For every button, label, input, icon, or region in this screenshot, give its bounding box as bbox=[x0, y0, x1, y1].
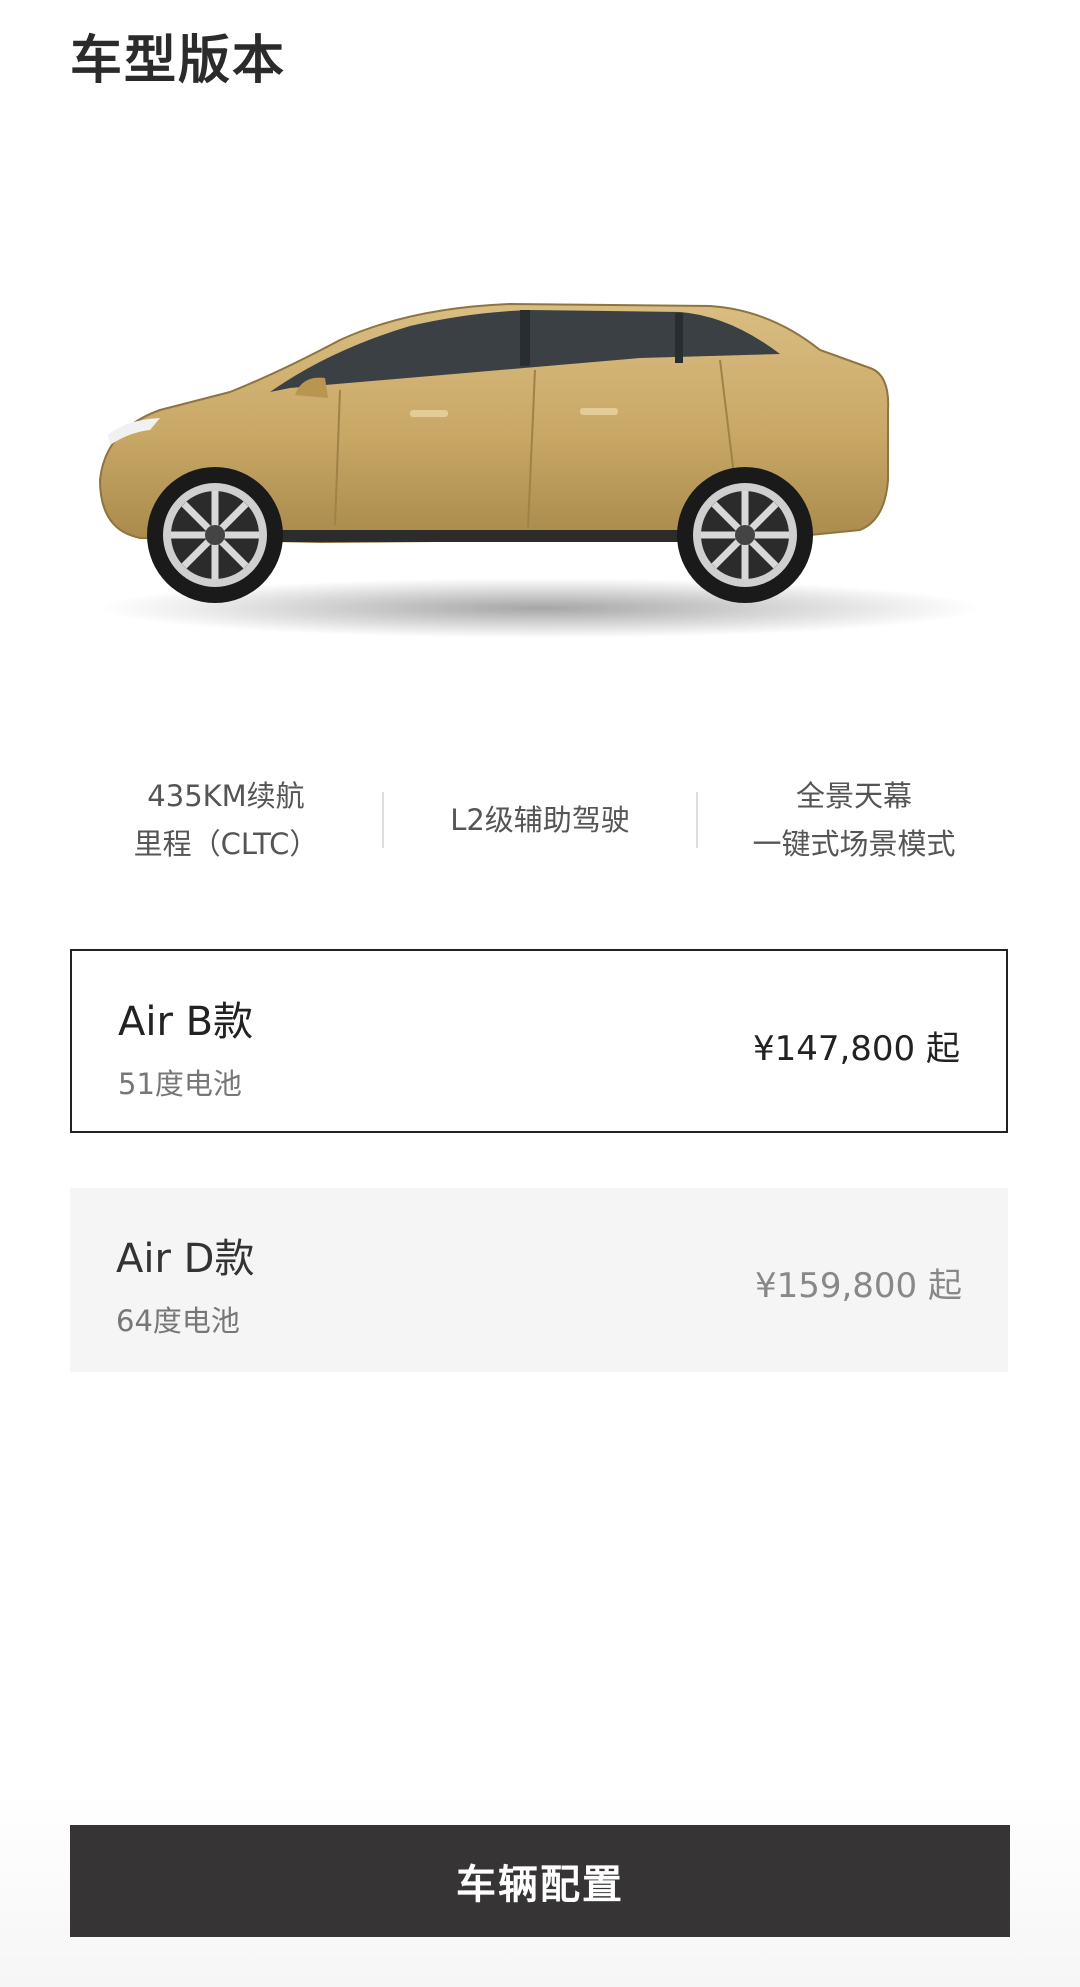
feature-driving-assist-label: L2级辅助驾驶 bbox=[450, 803, 630, 837]
model-option-air-d[interactable]: Air D款 64度电池 ¥159,800 起 bbox=[70, 1188, 1008, 1372]
model-price: ¥159,800 起 bbox=[754, 1266, 962, 1306]
vehicle-config-button[interactable]: 车辆配置 bbox=[70, 1825, 1010, 1937]
feature-range-line1: 435KM续航 bbox=[147, 779, 305, 813]
feature-sunroof: 全景天幕 一键式场景模式 bbox=[698, 772, 1010, 868]
car-side-image bbox=[98, 302, 980, 638]
feature-driving-assist: L2级辅助驾驶 bbox=[384, 796, 696, 844]
model-name: Air B款 bbox=[118, 999, 254, 1045]
model-price: ¥147,800 起 bbox=[752, 1029, 960, 1069]
feature-range-line2: 里程（CLTC） bbox=[133, 827, 319, 861]
page-title: 车型版本 bbox=[70, 31, 287, 91]
model-battery: 64度电池 bbox=[116, 1304, 240, 1338]
feature-sunroof-line1: 全景天幕 bbox=[795, 779, 912, 813]
feature-range: 435KM续航 里程（CLTC） bbox=[70, 772, 382, 868]
model-battery: 51度电池 bbox=[118, 1067, 242, 1101]
model-option-air-b[interactable]: Air B款 51度电池 ¥147,800 起 bbox=[70, 949, 1008, 1133]
feature-highlights: 435KM续航 里程（CLTC） L2级辅助驾驶 全景天幕 一键式场景模式 bbox=[70, 765, 1010, 875]
model-name: Air D款 bbox=[116, 1236, 255, 1282]
feature-sunroof-line2: 一键式场景模式 bbox=[752, 827, 956, 861]
